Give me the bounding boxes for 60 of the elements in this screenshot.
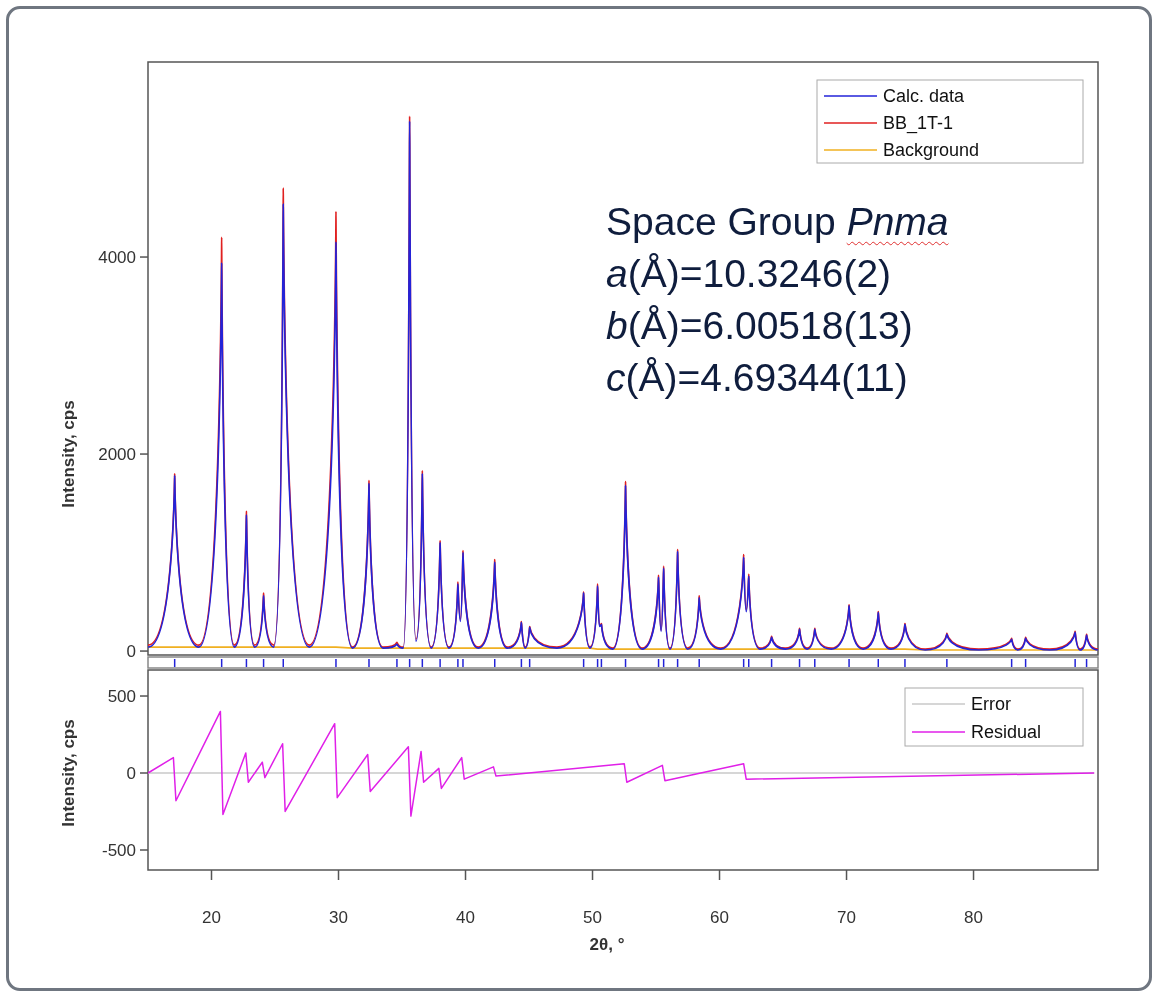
reflection-tick <box>904 658 906 668</box>
lattice-parameter-text: b(Å)=6.00518(13) <box>606 303 914 349</box>
legend-label: Error <box>971 694 1011 714</box>
axis-title: 2θ, ° <box>589 935 625 954</box>
reflection-tick <box>368 658 370 668</box>
reflection-tick <box>421 658 424 668</box>
reflection-tick <box>748 658 750 668</box>
reflection-tick <box>657 658 660 668</box>
reflection-tick <box>742 658 745 668</box>
legend-label: Residual <box>971 722 1042 742</box>
axis-tick-label: 80 <box>964 908 983 927</box>
legend-label: BB_1T-1 <box>883 113 954 133</box>
axis-tick-label: 20 <box>202 908 221 927</box>
axis-title: Intensity, cps <box>59 400 78 508</box>
reflection-tick <box>173 658 176 668</box>
reflection-tick <box>520 658 523 668</box>
reflection-tick <box>1010 658 1013 668</box>
reflection-tick <box>848 658 850 668</box>
axis-tick-label: 60 <box>710 908 729 927</box>
reflection-tick <box>245 658 248 668</box>
reflection-tick <box>662 658 665 668</box>
reflection-tick <box>1074 658 1076 668</box>
reflection-tick <box>698 658 700 668</box>
reflection-tick <box>335 658 337 668</box>
axis-tick-label: 0 <box>126 642 136 662</box>
reflection-tick <box>396 658 398 668</box>
reflection-tick <box>282 658 284 668</box>
lattice-parameter-text: Space Group Pnma <box>606 199 949 245</box>
axis-title: Intensity, cps <box>59 719 78 827</box>
lattice-parameter-text: a(Å)=10.3246(2) <box>606 251 893 297</box>
axis-tick-label: 500 <box>107 687 136 706</box>
reflection-tick <box>798 658 801 668</box>
reflection-tick <box>946 658 948 668</box>
reflection-tick <box>676 658 679 668</box>
reflection-tick <box>439 658 441 668</box>
reflection-tick <box>457 658 459 668</box>
reflection-tick <box>220 658 223 668</box>
axis-tick-label: -500 <box>101 841 136 860</box>
reflection-tick <box>877 658 880 668</box>
axis-tick-label: 0 <box>126 764 136 783</box>
reflection-tick <box>1024 658 1027 668</box>
reflection-tick <box>1085 658 1088 668</box>
lattice-parameter-text: c(Å)=4.69344(11) <box>606 355 909 401</box>
reflection-tick <box>262 658 265 668</box>
reflection-tick <box>624 658 627 668</box>
legend-label: Calc. data <box>883 86 965 106</box>
reflection-tick <box>408 658 411 668</box>
reflection-tick <box>528 658 531 668</box>
axis-tick-label: 30 <box>329 908 348 927</box>
axis-tick-label: 2000 <box>98 445 136 465</box>
axis-tick-label: 4000 <box>98 248 136 268</box>
reflection-tick <box>493 658 496 668</box>
axis-tick-label: 40 <box>456 908 475 927</box>
legend-label: Background <box>883 140 980 160</box>
reflection-tick <box>462 658 464 668</box>
axis-tick-label: 70 <box>837 908 856 927</box>
reflection-tick <box>582 658 585 668</box>
axis-tick-label: 50 <box>583 908 602 927</box>
reflection-tick <box>814 658 816 668</box>
reflection-tick <box>770 658 773 668</box>
